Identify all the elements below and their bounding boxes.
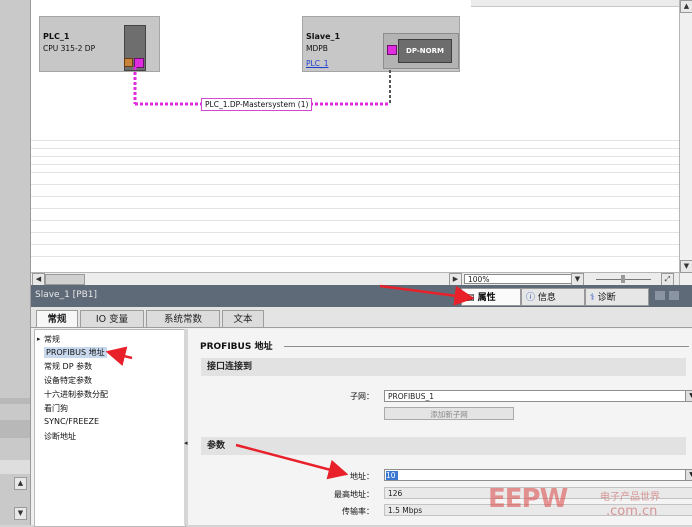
- eepw-watermark: EEPW 电子产品世界 .com.cn: [488, 482, 692, 525]
- annotation-arrow-profibus-nav: [105, 346, 133, 366]
- watermark-logo: EEPW: [488, 484, 568, 514]
- watermark-domain: .com.cn: [606, 504, 658, 519]
- watermark-cn: 电子产品世界: [600, 492, 660, 503]
- annotation-arrow-address: [235, 443, 349, 480]
- annotation-arrows: [105, 284, 475, 480]
- annotation-arrow-properties: [379, 284, 475, 306]
